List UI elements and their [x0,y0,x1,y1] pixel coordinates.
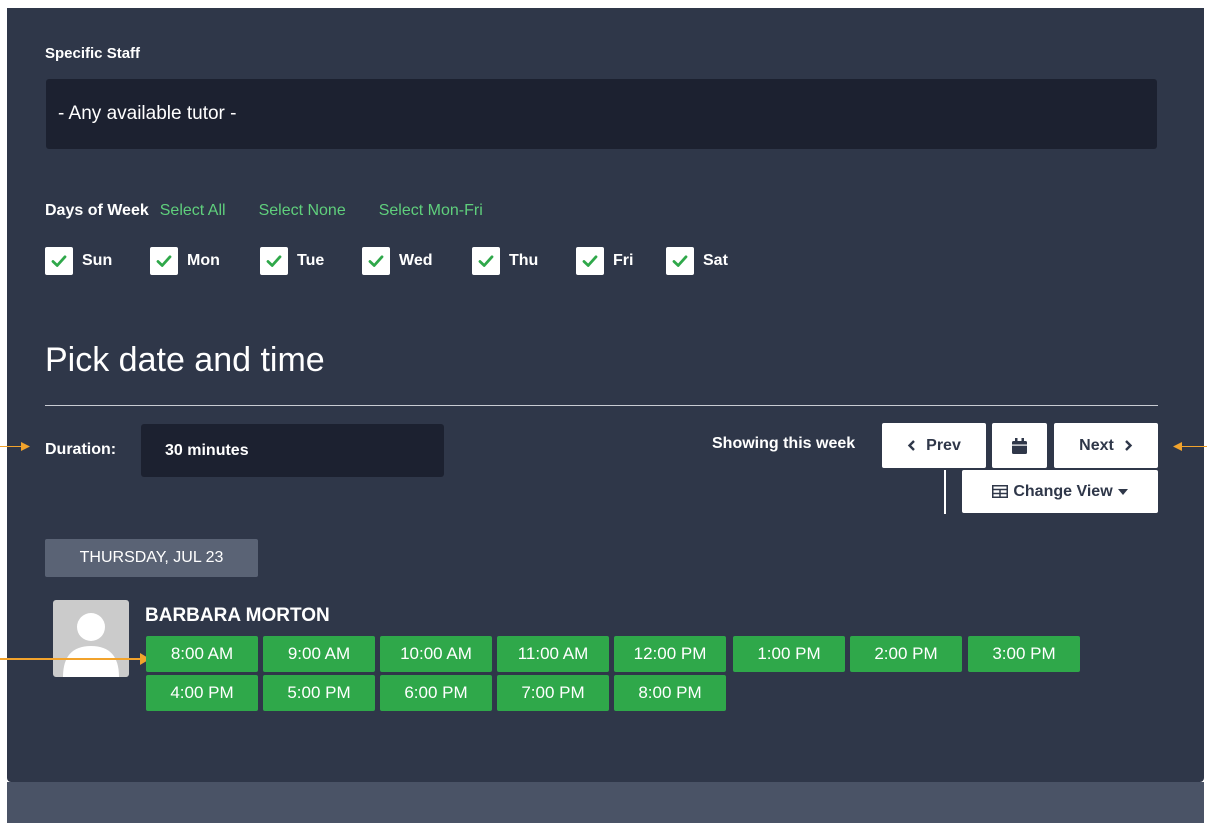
staff-avatar [53,600,129,677]
day-checkbox-mon[interactable]: Mon [150,247,260,275]
staff-label: Specific Staff [45,45,141,62]
date-header: THURSDAY, JUL 23 [45,539,258,577]
checkbox[interactable] [45,247,73,275]
check-icon [368,255,384,267]
time-slot[interactable]: 11:00 AM [497,636,609,672]
time-slot[interactable]: 5:00 PM [263,675,375,711]
day-label: Fri [613,252,634,269]
duration-label: Duration: [45,441,117,458]
select-mon-fri-link[interactable]: Select Mon-Fri [379,202,483,220]
change-view-label: Change View [1013,482,1113,500]
day-checkbox-fri[interactable]: Fri [576,247,666,275]
prev-label: Prev [926,436,961,454]
time-slot[interactable]: 8:00 PM [614,675,726,711]
day-checkbox-sun[interactable]: Sun [45,247,150,275]
duration-value: 30 minutes [165,441,249,459]
section-title: Pick date and time [45,341,325,379]
day-checkbox-thu[interactable]: Thu [472,247,576,275]
caret-down-icon [1117,488,1128,495]
check-icon [582,255,598,267]
duration-select[interactable]: 30 minutes [141,424,444,477]
calendar-button[interactable] [992,423,1047,468]
check-icon [478,255,494,267]
day-label: Wed [399,252,433,269]
time-slot[interactable]: 8:00 AM [146,636,258,672]
time-slot[interactable]: 9:00 AM [263,636,375,672]
day-checkbox-tue[interactable]: Tue [260,247,362,275]
checkbox[interactable] [150,247,178,275]
annotation-arrow-right-icon [21,442,30,451]
staff-select[interactable]: - Any available tutor - [46,79,1157,149]
time-slot[interactable]: 7:00 PM [497,675,609,711]
time-slot[interactable]: 10:00 AM [380,636,492,672]
time-slot[interactable]: 1:00 PM [733,636,845,672]
day-label: Sat [703,252,728,269]
section-divider [45,405,1158,406]
annotation-line-right [1182,446,1207,447]
time-slot[interactable]: 3:00 PM [968,636,1080,672]
chevron-left-icon [907,440,915,451]
footer-strip [7,782,1204,823]
time-slot[interactable]: 4:00 PM [146,675,258,711]
checkbox[interactable] [666,247,694,275]
calendar-icon [1012,437,1027,454]
checkbox[interactable] [260,247,288,275]
day-checkboxes: Sun Mon Tue Wed Thu Fri Sat [45,247,746,275]
select-none-link[interactable]: Select None [259,202,346,220]
user-avatar-icon [63,613,119,677]
time-slot[interactable]: 12:00 PM [614,636,726,672]
checkbox[interactable] [362,247,390,275]
day-checkbox-wed[interactable]: Wed [362,247,472,275]
grid-icon [992,485,1009,498]
change-view-dropdown[interactable]: Change View [962,470,1158,513]
next-label: Next [1079,436,1114,454]
days-of-week-row: Days of Week Select All Select None Sele… [45,201,483,221]
annotation-line-left [0,446,22,447]
annotation-line-slot [0,658,142,660]
day-label: Thu [509,252,539,269]
view-separator [944,470,946,514]
check-icon [266,255,282,267]
checkbox[interactable] [472,247,500,275]
time-slot[interactable]: 6:00 PM [380,675,492,711]
checkbox[interactable] [576,247,604,275]
check-icon [51,255,67,267]
check-icon [672,255,688,267]
day-label: Mon [187,252,220,269]
day-label: Tue [297,252,325,269]
days-of-week-label: Days of Week [45,202,149,219]
select-all-link[interactable]: Select All [160,202,226,220]
next-button[interactable]: Next [1054,423,1158,468]
day-label: Sun [82,252,113,269]
staff-name: BARBARA MORTON [145,605,330,626]
showing-range-text: Showing this week [712,435,856,452]
chevron-right-icon [1124,440,1133,451]
prev-button[interactable]: Prev [882,423,986,468]
staff-select-value: - Any available tutor - [58,103,237,124]
check-icon [156,255,172,267]
day-checkbox-sat[interactable]: Sat [666,247,746,275]
time-slot[interactable]: 2:00 PM [850,636,962,672]
